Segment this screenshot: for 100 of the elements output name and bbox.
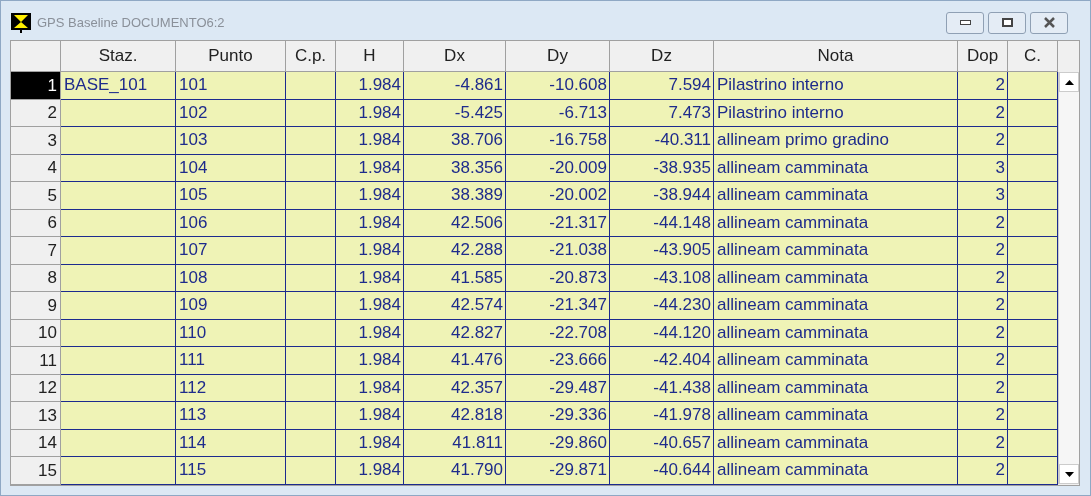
window-title: GPS Baseline DOCUMENTO6:2 [37, 13, 225, 32]
table-cell: -41.978 [610, 402, 714, 430]
table-cell: -29.336 [506, 402, 610, 430]
table-cell: 113 [176, 402, 286, 430]
table-cell: -5.425 [404, 99, 506, 127]
table-cell: allineam camminata [714, 402, 958, 430]
column-header[interactable]: Dx [404, 41, 506, 72]
app-icon [11, 12, 31, 33]
table-cell: allineam camminata [714, 154, 958, 182]
column-header[interactable]: Dz [610, 41, 714, 72]
table-cell: -23.666 [506, 347, 610, 375]
row-header[interactable]: 8 [11, 264, 61, 292]
table-cell: 105 [176, 182, 286, 210]
table-cell: 1.984 [336, 347, 404, 375]
row-header[interactable]: 10 [11, 319, 61, 347]
table-cell: 42.506 [404, 209, 506, 237]
table-cell [1008, 154, 1058, 182]
row-header[interactable]: 13 [11, 402, 61, 430]
table-cell: -21.347 [506, 292, 610, 320]
column-header[interactable]: H [336, 41, 404, 72]
table-cell: 2 [958, 99, 1008, 127]
row-header[interactable]: 4 [11, 154, 61, 182]
table-cell: allineam camminata [714, 347, 958, 375]
row-header[interactable]: 1 [11, 72, 61, 100]
minimize-button[interactable] [946, 11, 984, 34]
table-cell: allineam camminata [714, 292, 958, 320]
up-arrow-icon [1064, 79, 1074, 85]
table-cell: 3 [958, 182, 1008, 210]
column-header[interactable]: Staz. [61, 41, 176, 72]
table-cell: -20.873 [506, 264, 610, 292]
table-cell: 1.984 [336, 264, 404, 292]
row-header[interactable]: 6 [11, 209, 61, 237]
column-header[interactable]: C. [1008, 41, 1058, 72]
row-header[interactable]: 2 [11, 99, 61, 127]
table-cell: 1.984 [336, 182, 404, 210]
table-cell [286, 319, 336, 347]
table-cell: 41.811 [404, 429, 506, 457]
row-header[interactable]: 12 [11, 374, 61, 402]
row-header[interactable]: 5 [11, 182, 61, 210]
down-arrow-icon [1064, 471, 1074, 477]
vertical-scrollbar[interactable] [1058, 72, 1079, 484]
table-cell: 108 [176, 264, 286, 292]
table-cell: -44.230 [610, 292, 714, 320]
table-cell [1008, 99, 1058, 127]
row-header[interactable]: 3 [11, 127, 61, 155]
table-cell: allineam primo gradino [714, 127, 958, 155]
table-cell [1008, 127, 1058, 155]
table-cell: 1.984 [336, 154, 404, 182]
column-header[interactable]: Dop [958, 41, 1008, 72]
table-cell: 2 [958, 347, 1008, 375]
table-cell: 2 [958, 319, 1008, 347]
table-cell: -16.758 [506, 127, 610, 155]
column-header[interactable]: Nota [714, 41, 958, 72]
table-cell: 2 [958, 374, 1008, 402]
row-header[interactable]: 14 [11, 429, 61, 457]
table-cell: -40.644 [610, 457, 714, 485]
table-cell [286, 402, 336, 430]
table-cell: 103 [176, 127, 286, 155]
table-cell [286, 374, 336, 402]
table-cell: -44.148 [610, 209, 714, 237]
table-cell: 1.984 [336, 237, 404, 265]
table-cell [1008, 347, 1058, 375]
table-cell [1008, 374, 1058, 402]
table-cell: allineam camminata [714, 319, 958, 347]
row-header[interactable]: 15 [11, 457, 61, 485]
scroll-up-button[interactable] [1059, 72, 1079, 92]
table-cell: -42.404 [610, 347, 714, 375]
table-cell: -40.311 [610, 127, 714, 155]
table-cell [1008, 209, 1058, 237]
table-cell: 1.984 [336, 402, 404, 430]
table-cell: -4.861 [404, 72, 506, 100]
table-cell [286, 72, 336, 100]
table-cell: 2 [958, 237, 1008, 265]
row-header[interactable]: 11 [11, 347, 61, 375]
table-cell: -38.944 [610, 182, 714, 210]
table-cell: -21.038 [506, 237, 610, 265]
table-cell: 2 [958, 209, 1008, 237]
column-header[interactable]: Dy [506, 41, 610, 72]
table-cell: -20.002 [506, 182, 610, 210]
column-header[interactable]: Punto [176, 41, 286, 72]
table-cell [1008, 292, 1058, 320]
row-header[interactable]: 9 [11, 292, 61, 320]
table-cell [286, 209, 336, 237]
column-header[interactable]: C.p. [286, 41, 336, 72]
table-cell [1008, 72, 1058, 100]
table-cell: -38.935 [610, 154, 714, 182]
table-cell: 41.585 [404, 264, 506, 292]
table-cell [1008, 237, 1058, 265]
row-header[interactable]: 7 [11, 237, 61, 265]
table-cell: allineam camminata [714, 182, 958, 210]
table-cell: Pilastrino interno [714, 99, 958, 127]
scroll-down-button[interactable] [1059, 464, 1079, 484]
table-cell: allineam camminata [714, 264, 958, 292]
table-cell: -6.713 [506, 99, 610, 127]
table-cell: 2 [958, 127, 1008, 155]
table-cell [286, 264, 336, 292]
table-cell: 3 [958, 154, 1008, 182]
close-button[interactable] [1030, 11, 1068, 34]
table-cell [1008, 182, 1058, 210]
maximize-button[interactable] [988, 11, 1026, 34]
